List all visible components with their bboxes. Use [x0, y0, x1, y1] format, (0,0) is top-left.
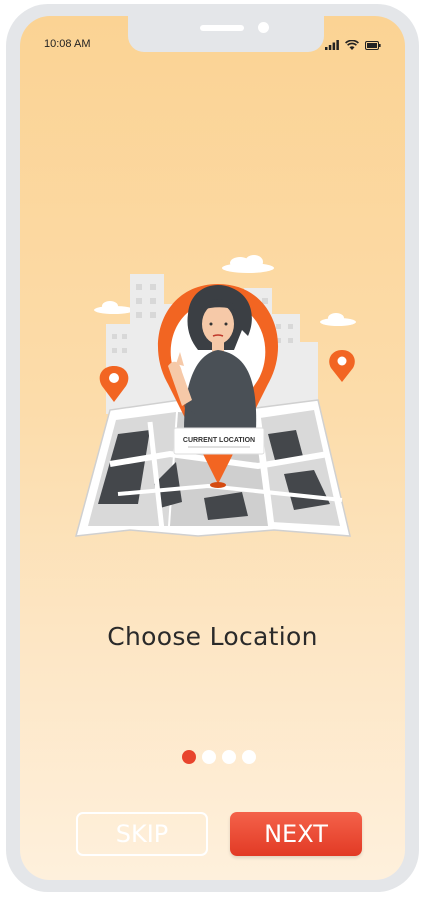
page-dot-1[interactable]: [182, 750, 196, 764]
next-button[interactable]: NEXT: [230, 812, 362, 856]
page-dot-2[interactable]: [202, 750, 216, 764]
cloud-icon: [222, 255, 274, 273]
status-time: 10:08 AM: [44, 38, 91, 50]
page-indicator: [182, 750, 256, 764]
signal-icon: [325, 40, 339, 50]
status-icons: [325, 40, 381, 50]
battery-icon: [365, 40, 381, 50]
phone-frame: 10:08 AM CURRENT LOCATION Choose Locatio…: [6, 4, 419, 892]
app-screen: 10:08 AM CURRENT LOCATION Choose Locatio…: [20, 16, 405, 880]
cloud-icon: [94, 301, 134, 314]
location-illustration: CURRENT LOCATION: [74, 255, 356, 537]
cloud-icon: [320, 313, 356, 326]
page-dot-3[interactable]: [222, 750, 236, 764]
wifi-icon: [345, 40, 359, 50]
current-location-card: CURRENT LOCATION: [173, 427, 265, 455]
current-location-label: CURRENT LOCATION: [183, 437, 255, 444]
onboarding-title: Choose Location: [107, 622, 318, 651]
page-dot-4[interactable]: [242, 750, 256, 764]
map-pin-icon: [329, 350, 355, 382]
skip-button[interactable]: SKIP: [76, 812, 208, 856]
speaker-grille: [200, 25, 244, 31]
front-camera: [258, 22, 269, 33]
phone-notch: [128, 16, 324, 52]
